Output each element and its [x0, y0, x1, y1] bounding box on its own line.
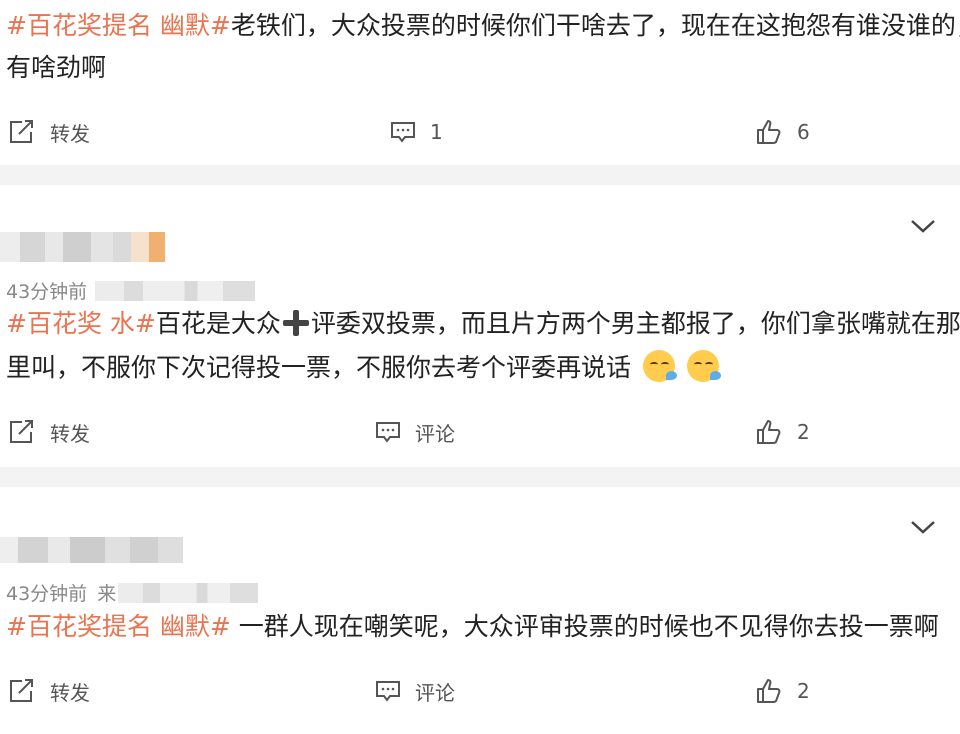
sleepy-face-emoji-icon [686, 350, 721, 382]
like-button[interactable]: 2 [755, 671, 810, 711]
avatar[interactable] [0, 230, 170, 264]
like-button[interactable]: 2 [755, 412, 810, 452]
comment-button[interactable]: 评论 [375, 412, 455, 452]
post-time: 43分钟前 [6, 583, 88, 605]
post-text-line: 老铁们，大众投票的时候你们干啥去了，现在在这抱怨有谁没谁的， [230, 11, 960, 40]
comment-label: 评论 [415, 421, 455, 446]
action-bar: 转发 1 6 [0, 112, 960, 152]
action-bar: 转发 评论 2 [0, 412, 960, 452]
repost-button[interactable]: 转发 [8, 671, 90, 711]
repost-label: 转发 [50, 421, 90, 446]
blurred-source [95, 280, 256, 301]
comment-icon [376, 681, 400, 702]
post-text: #百花奖提名 幽默# 一群人现在嘲笑呢，大众评审投票的时候也不见得你去投一票啊 [6, 607, 939, 647]
post-text-segment: 百花是大众 [155, 309, 281, 338]
repost-label: 转发 [50, 121, 90, 146]
post-text-line: 一群人现在嘲笑呢，大众评审投票的时候也不见得你去投一票啊 [230, 612, 939, 641]
hashtag-link[interactable]: 水# [110, 309, 156, 338]
thumbs-up-icon [757, 120, 781, 144]
comment-icon [376, 422, 400, 443]
post-card-2: 43分钟前 #百花奖 水#百花是大众 评委双投票，而且片方两个男主都报了，你们拿张… [0, 185, 960, 467]
action-bar: 转发 评论 2 [0, 671, 960, 711]
like-count: 2 [797, 420, 810, 444]
comment-button[interactable]: 评论 [375, 671, 455, 711]
repost-button[interactable]: 转发 [8, 412, 90, 452]
repost-icon [10, 420, 33, 443]
blurred-source [118, 582, 259, 603]
like-count: 2 [797, 679, 810, 703]
plus-emoji-icon [282, 310, 309, 336]
post-text: #百花奖提名 幽默#老铁们，大众投票的时候你们干啥去了，现在在这抱怨有谁没谁的， [6, 6, 960, 46]
post-time: 43分钟前 [6, 281, 88, 303]
thumbs-up-icon [757, 420, 781, 444]
comment-button[interactable]: 1 [390, 112, 443, 152]
post-text-line: 有啥劲啊 [6, 53, 107, 82]
post-text: 里叫，不服你下次记得投一票，不服你去考个评委再说话 [6, 348, 721, 388]
post-meta: 43分钟前 来 [6, 579, 259, 606]
comment-count: 1 [430, 120, 443, 144]
repost-icon [10, 679, 33, 702]
post-text-line: 里叫，不服你下次记得投一票，不服你去考个评委再说话 [6, 353, 632, 382]
post-card-3: 43分钟前 来 #百花奖提名 幽默# 一群人现在嘲笑呢，大众评审投票的时候也不见… [0, 487, 960, 734]
repost-button[interactable]: 转发 [8, 112, 90, 152]
post-text: #百花奖 水#百花是大众 评委双投票，而且片方两个男主都报了，你们拿张嘴就在那 [6, 304, 960, 344]
repost-label: 转发 [50, 680, 90, 705]
post-meta: 43分钟前 [6, 277, 256, 304]
hashtag-link[interactable]: #百花奖提名 [6, 11, 152, 40]
avatar[interactable] [0, 533, 185, 567]
post-text-segment: 评委双投票，而且片方两个男主都报了，你们拿张嘴就在那 [310, 309, 960, 338]
hashtag-link[interactable]: 幽默# [160, 612, 231, 641]
repost-icon [10, 120, 33, 143]
hashtag-link[interactable]: #百花奖 [6, 309, 102, 338]
comment-icon [391, 122, 415, 143]
hashtag-link[interactable]: 幽默# [160, 11, 231, 40]
comment-label: 评论 [415, 680, 455, 705]
post-source: 来 [97, 583, 117, 605]
thumbs-up-icon [757, 679, 781, 703]
chevron-down-icon[interactable] [910, 519, 936, 535]
chevron-down-icon[interactable] [910, 218, 936, 234]
like-count: 6 [797, 120, 810, 144]
sleepy-face-emoji-icon [642, 350, 677, 382]
hashtag-link[interactable]: #百花奖提名 [6, 612, 152, 641]
post-card-1: #百花奖提名 幽默#老铁们，大众投票的时候你们干啥去了，现在在这抱怨有谁没谁的，… [0, 0, 960, 165]
like-button[interactable]: 6 [755, 112, 810, 152]
